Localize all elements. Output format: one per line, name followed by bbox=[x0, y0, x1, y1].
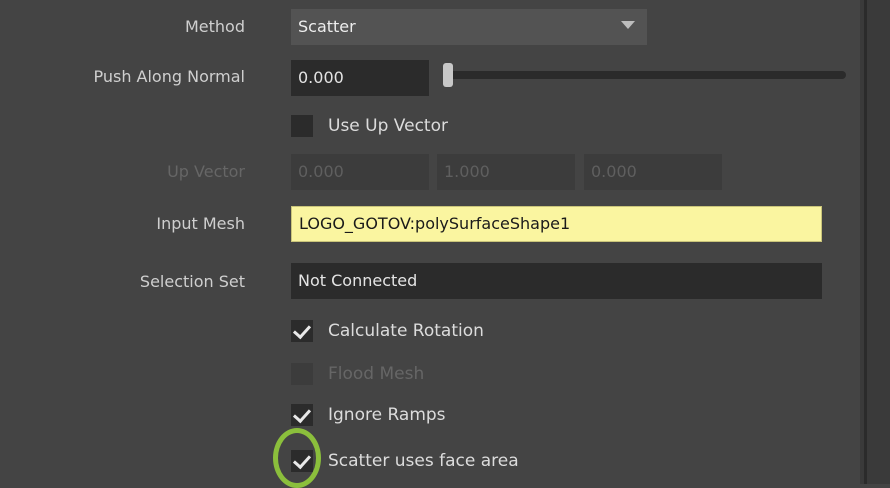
chevron-down-icon[interactable] bbox=[607, 9, 647, 45]
calculate-rotation-checkbox[interactable] bbox=[291, 320, 313, 342]
method-dropdown[interactable]: Scatter bbox=[291, 9, 607, 45]
checkmark-icon bbox=[292, 320, 312, 340]
method-label: Method bbox=[184, 17, 245, 36]
use-up-vector-checkbox[interactable] bbox=[291, 115, 313, 137]
push-along-normal-field[interactable]: 0.000 bbox=[291, 60, 429, 96]
input-mesh-label: Input Mesh bbox=[156, 214, 245, 233]
highlight-circle bbox=[273, 428, 321, 488]
use-up-vector-label: Use Up Vector bbox=[328, 116, 448, 136]
push-along-normal-label: Push Along Normal bbox=[93, 67, 245, 86]
push-along-normal-slider-handle[interactable] bbox=[443, 63, 453, 87]
selection-set-label: Selection Set bbox=[139, 272, 245, 291]
scrollbar-divider bbox=[864, 0, 867, 484]
calculate-rotation-label: Calculate Rotation bbox=[328, 321, 484, 341]
scatter-uses-face-area-label: Scatter uses face area bbox=[328, 451, 519, 471]
up-vector-x-field[interactable]: 0.000 bbox=[291, 154, 429, 190]
checkmark-icon bbox=[292, 404, 312, 424]
ignore-ramps-checkbox[interactable] bbox=[291, 404, 313, 426]
flood-mesh-checkbox[interactable] bbox=[291, 363, 313, 385]
up-vector-z-field[interactable]: 0.000 bbox=[584, 154, 722, 190]
ignore-ramps-label: Ignore Ramps bbox=[328, 405, 446, 425]
selection-set-field[interactable]: Not Connected bbox=[291, 263, 822, 299]
up-vector-label: Up Vector bbox=[167, 162, 245, 181]
attribute-editor-panel: Method Scatter Push Along Normal 0.000 U… bbox=[0, 0, 860, 488]
input-mesh-field[interactable]: LOGO_GOTOV:polySurfaceShape1 bbox=[291, 206, 822, 242]
push-along-normal-slider-track[interactable] bbox=[446, 71, 846, 79]
flood-mesh-label: Flood Mesh bbox=[328, 364, 425, 384]
up-vector-y-field[interactable]: 1.000 bbox=[437, 154, 575, 190]
